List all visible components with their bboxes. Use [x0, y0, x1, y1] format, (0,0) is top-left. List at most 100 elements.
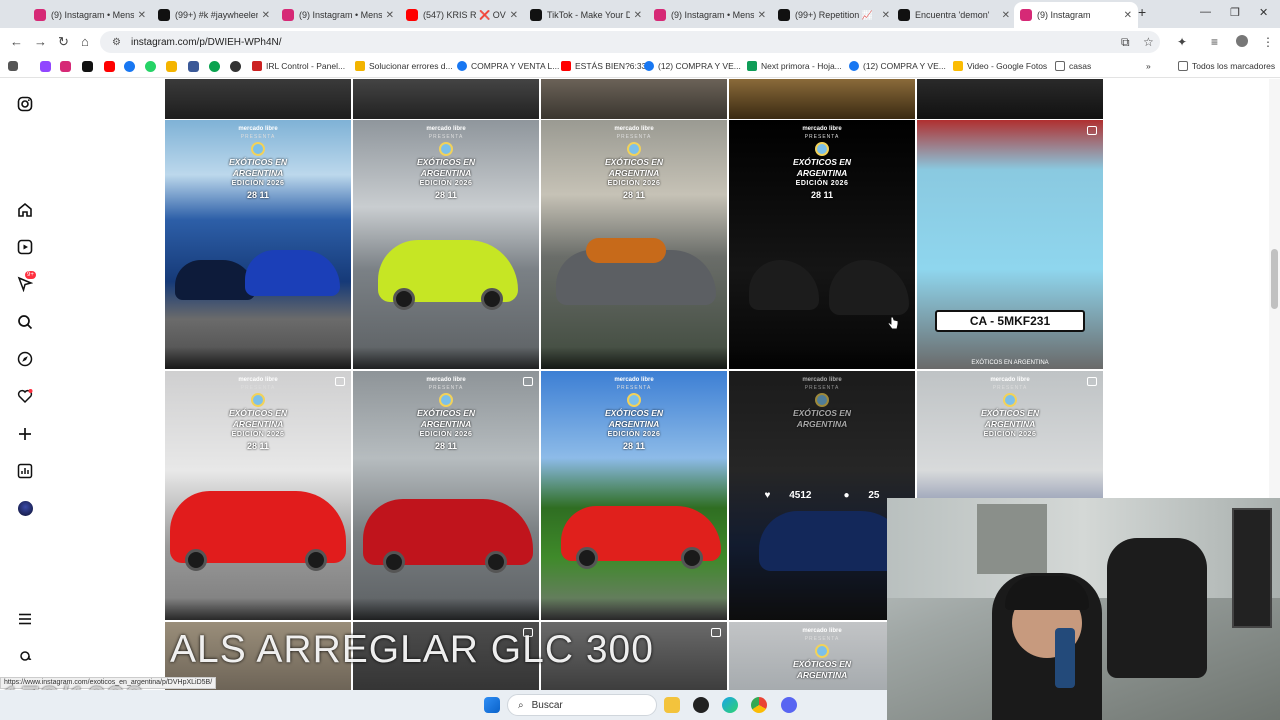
browser-tab[interactable]: (9) Instagram • Mens ✕	[28, 2, 152, 28]
threads-icon[interactable]	[16, 647, 34, 665]
browser-tab[interactable]: (99+) Repetition 📈 ✕	[772, 2, 896, 28]
x-icon[interactable]	[82, 61, 93, 72]
close-icon[interactable]: ✕	[262, 10, 270, 21]
browser-tab[interactable]: (99+) #k #jaywheeler ✕	[152, 2, 276, 28]
post-thumbnail[interactable]	[541, 79, 727, 119]
browser-tab[interactable]: Encuentra 'demon' ✕	[892, 2, 1016, 28]
poster-title: ARGENTINA	[232, 168, 284, 178]
reload-icon[interactable]: ↻	[58, 34, 69, 50]
profile-avatar[interactable]	[16, 499, 34, 517]
close-icon[interactable]: ✕	[1002, 10, 1010, 21]
taskbar-search[interactable]: ⌕ Buscar	[507, 694, 657, 716]
post-thumbnail[interactable]: mercado libre PRESENTA EXÓTICOS EN ARGEN…	[165, 371, 351, 620]
bookmark-icon[interactable]	[230, 61, 241, 72]
post-thumbnail[interactable]	[353, 79, 539, 119]
post-thumbnail[interactable]	[917, 79, 1103, 119]
bookmark-star-icon[interactable]: ☆	[1143, 35, 1154, 49]
site-info-icon[interactable]: ⚙	[112, 37, 121, 48]
instagram-logo-icon[interactable]	[16, 95, 34, 113]
reels-icon[interactable]	[16, 238, 34, 256]
facebook-icon[interactable]	[124, 61, 135, 72]
chrome-icon[interactable]	[751, 697, 767, 713]
create-icon[interactable]	[16, 425, 34, 443]
car-wheel	[185, 549, 207, 571]
profile-avatar-icon[interactable]	[1236, 35, 1248, 47]
post-thumbnail[interactable]: mercado libre PRESENTA EXÓTICOS EN ARGEN…	[165, 120, 351, 369]
poster-footer	[353, 347, 539, 369]
edge-icon[interactable]	[722, 697, 738, 713]
close-icon[interactable]: ✕	[138, 10, 146, 21]
bookmark-item[interactable]: Video - Google Fotos	[953, 61, 1047, 71]
twitch-icon[interactable]	[40, 61, 51, 72]
whatsapp-icon[interactable]	[145, 61, 156, 72]
back-icon[interactable]: ←	[10, 34, 23, 49]
bookmark-item[interactable]: ESTÁS BIEN?6:33	[561, 61, 646, 71]
post-thumbnail[interactable]	[165, 79, 351, 119]
close-icon[interactable]: ✕	[758, 10, 766, 21]
extensions-icon[interactable]: ✦	[1177, 35, 1187, 49]
install-app-icon[interactable]: ⧉	[1121, 35, 1130, 50]
car-image	[175, 260, 255, 300]
bookmark-item[interactable]: IRL Control - Panel...	[252, 61, 345, 71]
browser-tab[interactable]: (547) KRIS R ❌ OVI ✕	[400, 2, 524, 28]
post-thumbnail[interactable]: mercado libre PRESENTA EXÓTICOS EN ARGEN…	[353, 371, 539, 620]
browser-tab[interactable]: (9) Instagram • Mens ✕	[648, 2, 772, 28]
file-explorer-icon[interactable]	[664, 697, 680, 713]
instagram-icon[interactable]	[60, 61, 71, 72]
notifications-icon[interactable]	[16, 387, 34, 405]
bookmark-item[interactable]: COMPRA Y VENTA L...	[457, 61, 559, 71]
apps-grid-icon[interactable]	[8, 61, 18, 71]
close-icon[interactable]: ✕	[386, 10, 394, 21]
bookmark-icon[interactable]	[209, 61, 220, 72]
browser-tab[interactable]: (9) Instagram • Mens ✕	[276, 2, 400, 28]
windows-start-icon[interactable]	[484, 697, 500, 713]
discord-icon[interactable]	[781, 697, 797, 713]
all-bookmarks-folder[interactable]: Todos los marcadores	[1178, 61, 1275, 71]
poster-edition: EDICIÓN 2026	[231, 180, 285, 187]
search-placeholder: Buscar	[531, 699, 563, 711]
media-controls-icon[interactable]: ≡	[1211, 35, 1218, 49]
address-bar[interactable]: ⚙ instagram.com/p/DWIEH-WPh4N/	[100, 31, 1160, 53]
poster-title: EXÓTICOS EN	[228, 408, 288, 418]
maximize-icon[interactable]: ❐	[1230, 6, 1240, 19]
close-icon[interactable]: ✕	[634, 10, 642, 21]
bookmark-favicon-icon	[355, 61, 365, 71]
more-bookmarks-icon[interactable]: »	[1146, 61, 1151, 71]
close-icon[interactable]: ✕	[510, 10, 518, 21]
poster-edition: EDICIÓN 2026	[795, 180, 849, 187]
browser-tab[interactable]: TikTok - Make Your D ✕	[524, 2, 648, 28]
explore-icon[interactable]	[16, 350, 34, 368]
post-thumbnail[interactable]: mercado libre PRESENTA EXÓTICOS EN ARGEN…	[353, 120, 539, 369]
dashboard-icon[interactable]	[16, 462, 34, 480]
close-icon[interactable]: ✕	[1124, 10, 1132, 21]
bookmark-icon[interactable]	[188, 61, 199, 72]
browser-tab-active[interactable]: (9) Instagram ✕	[1014, 2, 1138, 28]
bookmark-item[interactable]: casas	[1055, 61, 1091, 71]
bookmark-item[interactable]: (12) COMPRA Y VE...	[644, 61, 741, 71]
search-icon[interactable]	[16, 313, 34, 331]
google-drive-icon[interactable]	[166, 61, 177, 72]
obs-icon[interactable]	[693, 697, 709, 713]
argentina-sun-icon	[815, 644, 829, 658]
post-thumbnail[interactable]	[729, 79, 915, 119]
close-icon[interactable]: ✕	[882, 10, 890, 21]
bookmark-label: (12) COMPRA Y VE...	[863, 61, 946, 71]
forward-icon[interactable]: →	[34, 34, 47, 49]
new-tab-button[interactable]: +	[1138, 4, 1146, 20]
youtube-icon[interactable]	[104, 61, 115, 72]
close-window-icon[interactable]: ✕	[1259, 6, 1268, 19]
more-menu-icon[interactable]	[16, 610, 34, 628]
home-icon[interactable]	[16, 201, 34, 219]
scrollbar-thumb[interactable]	[1271, 249, 1278, 309]
messages-icon[interactable]: 9+	[16, 271, 36, 293]
home-icon[interactable]: ⌂	[81, 34, 89, 49]
bookmark-item[interactable]: Next primora - Hoja...	[747, 61, 842, 71]
bookmark-item[interactable]: Solucionar errores d...	[355, 61, 453, 71]
browser-menu-icon[interactable]: ⋮	[1262, 35, 1274, 49]
post-thumbnail[interactable]: mercado libre PRESENTA EXÓTICOS EN ARGEN…	[541, 371, 727, 620]
post-thumbnail[interactable]: mercado libre PRESENTA EXÓTICOS EN ARGEN…	[729, 120, 915, 369]
bookmark-item[interactable]: (12) COMPRA Y VE...	[849, 61, 946, 71]
post-thumbnail[interactable]: CA - 5MKF231 EXÓTICOS EN ARGENTINA	[917, 120, 1103, 369]
minimize-icon[interactable]: —	[1200, 6, 1211, 18]
post-thumbnail[interactable]: mercado libre PRESENTA EXÓTICOS EN ARGEN…	[541, 120, 727, 369]
